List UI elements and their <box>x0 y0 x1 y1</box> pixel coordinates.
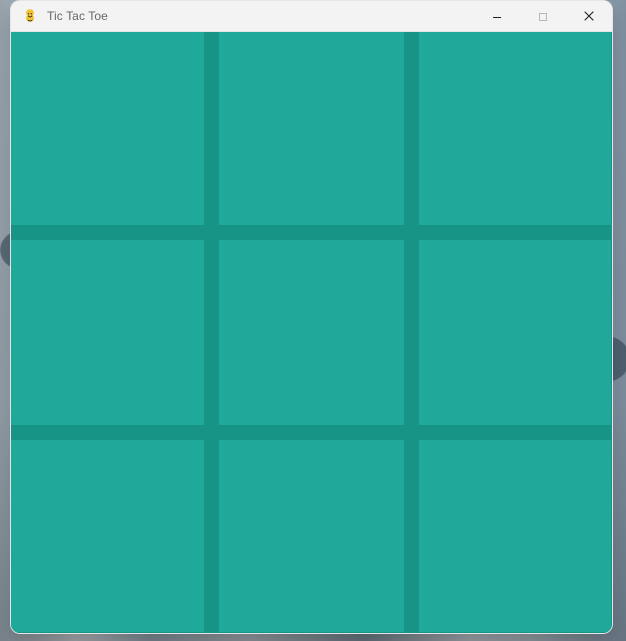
window-titlebar[interactable]: Tic Tac Toe <box>11 1 612 32</box>
window-caption-buttons <box>474 1 612 32</box>
board-cell-8[interactable] <box>419 440 611 632</box>
game-window: Tic Tac Toe <box>10 0 613 634</box>
pygame-snake-icon <box>21 7 39 25</box>
board-cell-2[interactable] <box>419 32 611 225</box>
minimize-button[interactable] <box>474 1 520 32</box>
board-cell-3[interactable] <box>11 240 204 425</box>
board-cell-4[interactable] <box>219 240 404 425</box>
board-cell-1[interactable] <box>219 32 404 225</box>
board-cell-6[interactable] <box>11 440 204 632</box>
minimize-icon <box>492 7 502 26</box>
board-cell-5[interactable] <box>419 240 611 425</box>
maximize-icon <box>538 7 548 26</box>
close-icon <box>583 7 595 26</box>
board-cell-7[interactable] <box>219 440 404 632</box>
maximize-button[interactable] <box>520 1 566 32</box>
board-cell-0[interactable] <box>11 32 204 225</box>
window-title: Tic Tac Toe <box>47 9 108 23</box>
tic-tac-toe-board <box>11 32 612 633</box>
close-button[interactable] <box>566 1 612 32</box>
game-client-area <box>11 32 612 633</box>
